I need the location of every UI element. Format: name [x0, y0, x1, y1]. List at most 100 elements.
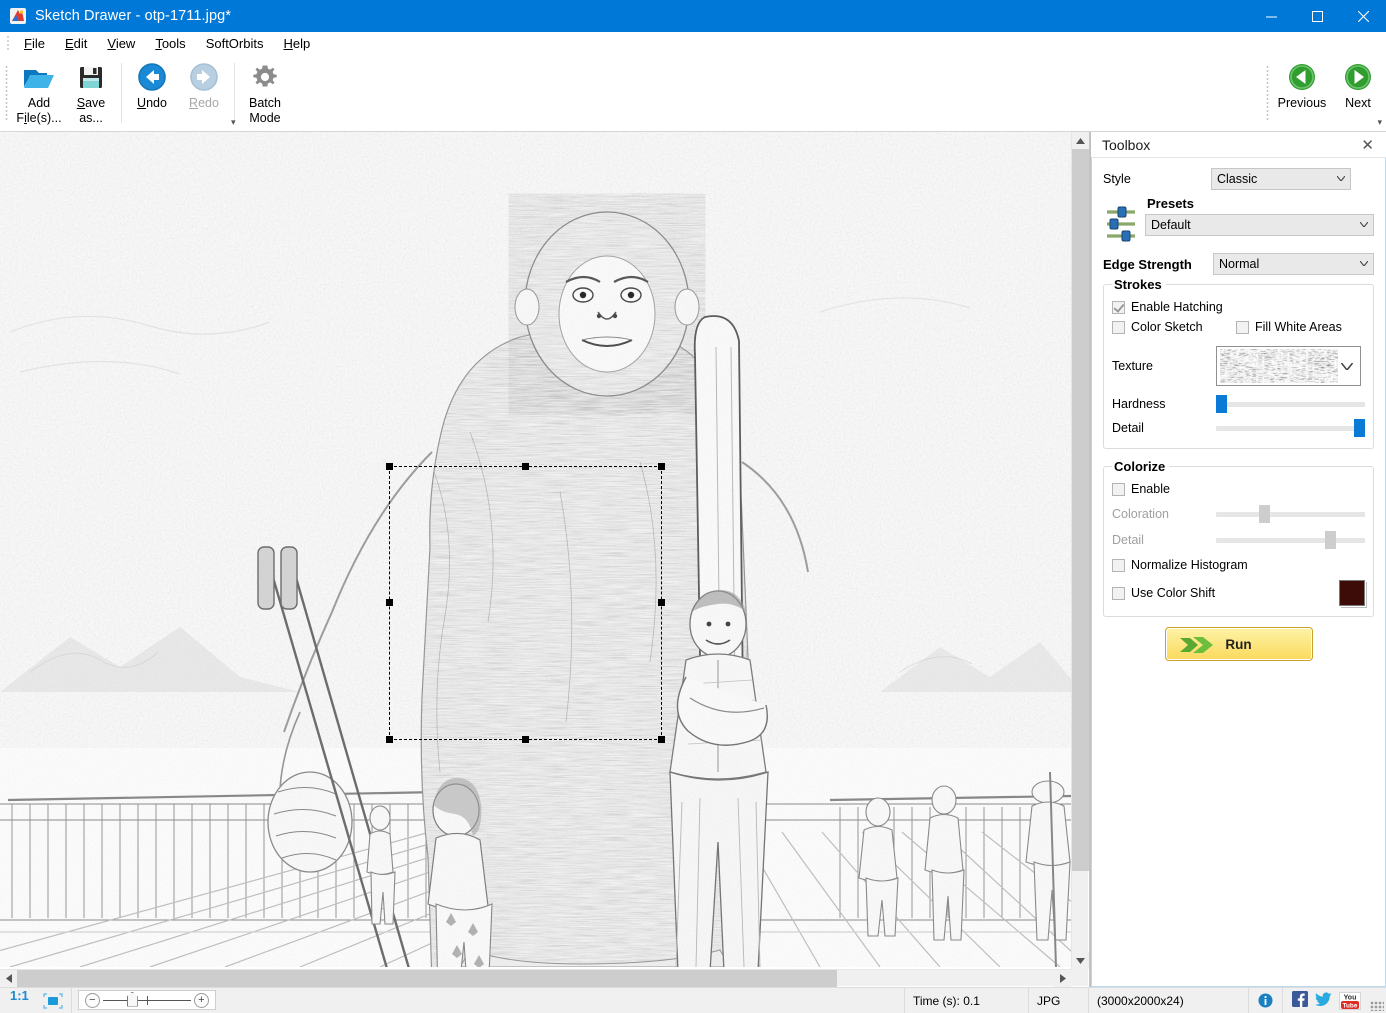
edge-strength-select[interactable]: Normal: [1213, 253, 1374, 275]
color-sketch-checkbox[interactable]: Color Sketch: [1112, 320, 1232, 334]
toolbar-navigation-group: Previous Next ▾: [1261, 55, 1386, 131]
info-button[interactable]: [1249, 988, 1283, 1013]
batch-mode-button[interactable]: Batch Mode: [239, 55, 291, 131]
run-arrow-icon: [1179, 634, 1220, 659]
selection-marquee[interactable]: [386, 463, 665, 743]
save-as-button[interactable]: Save as...: [65, 55, 117, 131]
scroll-up-button[interactable]: [1072, 132, 1089, 149]
selection-handle-nw[interactable]: [386, 463, 393, 470]
window-title: Sketch Drawer - otp-1711.jpg*: [35, 8, 232, 24]
toolbar-overflow-chevron[interactable]: ▾: [231, 117, 236, 128]
twitter-button[interactable]: [1315, 991, 1332, 1010]
toolbar-grip-right[interactable]: [1263, 65, 1272, 121]
horizontal-scroll-thumb[interactable]: [17, 970, 837, 987]
enable-hatching-checkbox[interactable]: Enable Hatching: [1112, 300, 1223, 314]
menu-item-edit[interactable]: Edit: [55, 33, 97, 54]
youtube-button[interactable]: You Tube: [1339, 991, 1361, 1010]
canvas-vertical-scrollbar[interactable]: [1071, 132, 1089, 969]
selection-handle-s[interactable]: [521, 736, 529, 743]
edge-strength-select-wrap[interactable]: Normal: [1213, 253, 1374, 275]
toolbox-panel: Toolbox ✕ Style Classic Presets Default …: [1090, 132, 1386, 987]
scroll-right-button[interactable]: [1054, 970, 1071, 987]
colorize-group: Colorize Enable Coloration Detail Normal…: [1103, 459, 1374, 617]
slider-thumb[interactable]: [1259, 505, 1271, 523]
slider-thumb[interactable]: [1324, 531, 1336, 549]
toolbar-overflow-chevron-right[interactable]: ▾: [1377, 117, 1382, 128]
strokes-legend: Strokes: [1114, 277, 1162, 292]
toolbox-close-icon[interactable]: ✕: [1357, 136, 1378, 154]
open-folder-icon: [22, 61, 56, 93]
colorize-detail-slider[interactable]: [1216, 531, 1365, 549]
status-bar: 1:1 − + Time (s): 0.1 JPG (3000x2000x24): [0, 987, 1386, 1013]
scroll-left-button[interactable]: [0, 970, 17, 987]
style-label: Style: [1103, 172, 1131, 186]
zoom-in-button[interactable]: +: [193, 992, 209, 1008]
zoom-slider-thumb[interactable]: [126, 991, 138, 1007]
menu-item-view[interactable]: View: [97, 33, 145, 54]
menu-item-tools[interactable]: Tools: [145, 33, 195, 54]
fill-white-areas-checkbox[interactable]: Fill White Areas: [1236, 320, 1342, 334]
redo-button: Redo: [178, 55, 230, 131]
scroll-down-button[interactable]: [1072, 952, 1089, 969]
slider-thumb[interactable]: [1216, 395, 1227, 413]
file-format: JPG: [1029, 988, 1089, 1013]
coloration-slider[interactable]: [1216, 505, 1365, 523]
coloration-row: Coloration: [1112, 505, 1365, 523]
presets-select-wrap[interactable]: Default: [1145, 214, 1374, 236]
floppy-disk-icon: [77, 61, 105, 93]
zoom-out-button[interactable]: −: [84, 992, 100, 1008]
facebook-button[interactable]: [1292, 991, 1308, 1010]
selection-handle-sw[interactable]: [386, 736, 393, 743]
redo-label: Redo: [189, 96, 219, 110]
zoom-slider-control[interactable]: − +: [77, 990, 216, 1010]
style-select[interactable]: Classic: [1211, 168, 1351, 190]
window-controls: [1248, 0, 1386, 32]
vertical-scroll-thumb[interactable]: [1072, 149, 1089, 871]
use-color-shift-checkbox[interactable]: Use Color Shift: [1112, 586, 1335, 600]
normalize-histogram-row[interactable]: Normalize Histogram: [1112, 558, 1365, 572]
enable-hatching-row[interactable]: Enable Hatching: [1112, 300, 1365, 314]
maximize-button[interactable]: [1294, 0, 1340, 32]
zoom-ratio-label[interactable]: 1:1: [0, 988, 35, 1013]
presets-label: Presets: [1147, 196, 1194, 211]
close-button[interactable]: [1340, 0, 1386, 32]
style-select-wrap[interactable]: Classic: [1211, 168, 1351, 190]
hardness-slider[interactable]: [1216, 395, 1365, 413]
presets-select[interactable]: Default: [1145, 214, 1374, 236]
menu-item-help[interactable]: Help: [273, 33, 320, 54]
toolbar-separator-2: [234, 63, 235, 123]
add-files-button[interactable]: Add File(s)...: [13, 55, 65, 131]
image-canvas[interactable]: [0, 132, 1072, 967]
canvas-horizontal-scrollbar[interactable]: [0, 969, 1071, 987]
color-shift-swatch[interactable]: [1339, 580, 1365, 606]
undo-button[interactable]: Undo: [126, 55, 178, 131]
fit-to-window-button[interactable]: [35, 988, 72, 1013]
resize-grip[interactable]: [1370, 1001, 1384, 1011]
menu-item-file[interactable]: File: [14, 33, 55, 54]
texture-select[interactable]: [1216, 346, 1361, 386]
svg-text:Tube: Tube: [1343, 1002, 1358, 1009]
zoom-track[interactable]: [102, 991, 191, 1007]
run-button[interactable]: Run: [1164, 627, 1313, 661]
detail-strokes-slider[interactable]: [1216, 419, 1365, 437]
menu-item-softorbits[interactable]: SoftOrbits: [196, 33, 274, 54]
add-files-label: Add File(s)...: [16, 96, 62, 125]
normalize-histogram-checkbox[interactable]: Normalize Histogram: [1112, 558, 1248, 572]
batch-mode-label: Batch Mode: [249, 96, 281, 125]
previous-button[interactable]: Previous: [1274, 55, 1330, 131]
edge-strength-row: Edge Strength Normal: [1103, 253, 1374, 275]
selection-handle-n[interactable]: [521, 463, 529, 470]
fit-to-window-icon: [43, 992, 63, 1009]
selection-handle-w[interactable]: [386, 599, 393, 606]
use-color-shift-label: Use Color Shift: [1131, 586, 1216, 600]
image-canvas-area[interactable]: [0, 132, 1090, 987]
menu-grip[interactable]: [4, 34, 14, 52]
slider-thumb[interactable]: [1354, 419, 1365, 437]
selection-handle-e[interactable]: [658, 599, 665, 606]
colorize-enable-checkbox[interactable]: Enable: [1112, 482, 1170, 496]
colorize-enable-row[interactable]: Enable: [1112, 482, 1365, 496]
minimize-button[interactable]: [1248, 0, 1294, 32]
toolbar-grip[interactable]: [2, 65, 11, 121]
selection-handle-ne[interactable]: [658, 463, 665, 470]
selection-handle-se[interactable]: [658, 736, 665, 743]
